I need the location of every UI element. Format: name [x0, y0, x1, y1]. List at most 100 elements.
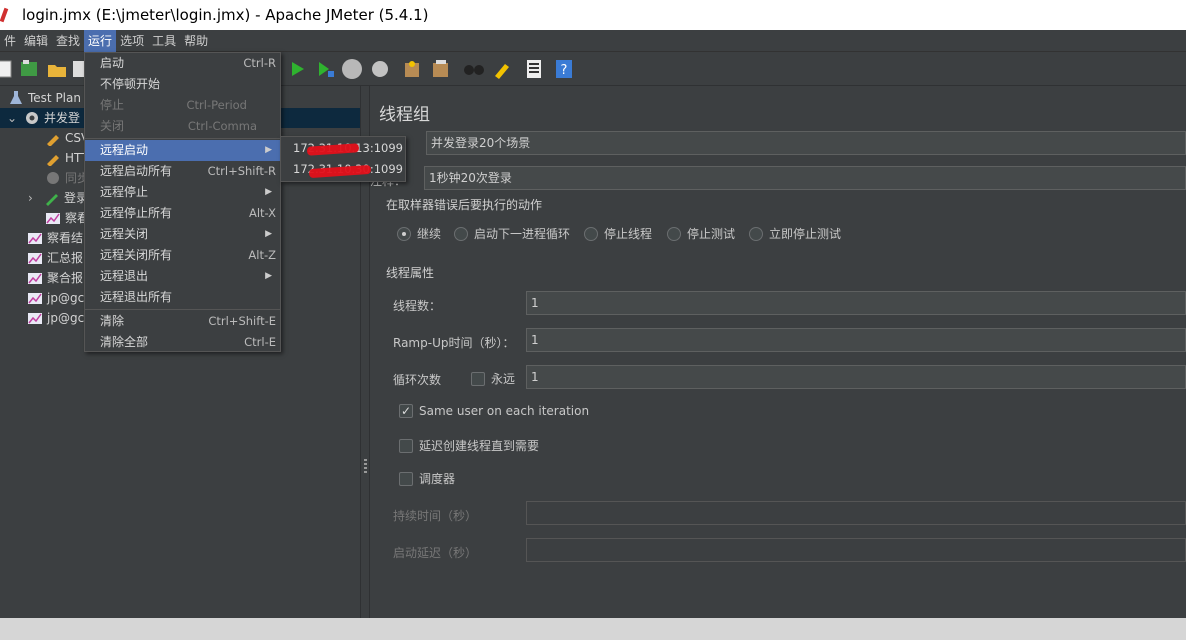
menu-item-remote-start[interactable]: 远程启动 ▶	[85, 140, 280, 161]
name-field[interactable]: 并发登录20个场景	[426, 131, 1186, 155]
start-no-pause-icon[interactable]	[314, 58, 336, 80]
tree-item-view-results-inner[interactable]: 察看	[45, 208, 89, 228]
menu-item-label: 远程关闭	[100, 227, 149, 241]
open-icon[interactable]	[46, 58, 68, 80]
menu-item-remote-start-all[interactable]: 远程启动所有 Ctrl+Shift-R	[85, 161, 280, 182]
reset-search-icon[interactable]	[491, 58, 513, 80]
wrench-icon	[47, 155, 59, 166]
menu-item-label: 远程退出所有	[100, 290, 173, 304]
gear-icon	[26, 112, 38, 124]
status-bar	[0, 618, 1186, 640]
menu-item-clear-all[interactable]: 清除全部 Ctrl-E	[85, 332, 280, 353]
menu-item-clear[interactable]: 清除 Ctrl+Shift-E	[85, 311, 280, 332]
menu-help[interactable]: 帮助	[180, 30, 212, 52]
threads-input[interactable]: 1	[526, 291, 1186, 315]
menu-item-shutdown[interactable]: 关闭 Ctrl-Comma	[85, 116, 280, 137]
scheduler-checkbox[interactable]: 调度器	[399, 470, 455, 487]
radio-label: 停止线程	[604, 227, 653, 241]
menu-item-remote-stop[interactable]: 远程停止 ▶	[85, 182, 280, 203]
menu-item-label: 远程启动所有	[100, 164, 173, 178]
menu-edit[interactable]: 编辑	[20, 30, 52, 52]
radio-stop-test-now[interactable]: 立即停止测试	[749, 225, 841, 242]
stop-icon[interactable]	[341, 58, 363, 80]
menu-item-remote-exit-all[interactable]: 远程退出所有	[85, 287, 280, 308]
tree-item-csv[interactable]: CSV	[45, 128, 89, 148]
forever-label: 永远	[491, 372, 516, 386]
timer-icon	[47, 172, 59, 184]
menu-search[interactable]: 查找	[52, 30, 84, 52]
clear-icon[interactable]	[401, 58, 423, 80]
menu-item-label: 清除全部	[100, 335, 149, 349]
menu-item-shortcut: Ctrl+Shift-R	[207, 164, 276, 178]
menu-item-stop[interactable]: 停止 Ctrl-Period	[85, 95, 280, 116]
function-helper-icon[interactable]	[523, 58, 545, 80]
tree-item-jp1[interactable]: jp@gc	[27, 288, 84, 308]
new-icon[interactable]	[0, 58, 16, 80]
same-user-checkbox[interactable]: ✓ Same user on each iteration	[399, 404, 589, 418]
tree-label-view-results: 察看结	[47, 231, 84, 245]
menu-item-start[interactable]: 启动 Ctrl-R	[85, 53, 280, 74]
tree-label-aggregate: 聚合报	[47, 271, 84, 285]
radio-start-next-loop[interactable]: 启动下一进程循环	[454, 225, 570, 242]
wrench-icon	[47, 135, 59, 146]
menu-separator	[85, 309, 280, 310]
menu-item-remote-exit[interactable]: 远程退出 ▶	[85, 266, 280, 287]
comment-field[interactable]: 1秒钟20次登录	[424, 166, 1186, 190]
menu-separator	[85, 138, 280, 139]
radio-label: 立即停止测试	[769, 227, 842, 241]
tree-item-view-results[interactable]: 察看结	[27, 228, 83, 248]
menu-tools[interactable]: 工具	[148, 30, 180, 52]
delay-thread-creation-checkbox[interactable]: 延迟创建线程直到需要	[399, 437, 539, 454]
menu-item-shortcut: Alt-Z	[248, 248, 276, 262]
submenu-arrow-icon: ▶	[265, 271, 272, 281]
tree-label-thread-group: 并发登	[44, 111, 81, 125]
radio-stop-thread[interactable]: 停止线程	[584, 225, 652, 242]
menu-item-start-no-pause[interactable]: 不停顿开始	[85, 74, 280, 95]
checkbox-unchecked-icon	[399, 438, 413, 453]
shutdown-icon[interactable]	[369, 58, 391, 80]
tree-item-test-plan[interactable]: Test Plan	[8, 88, 81, 108]
submenu-arrow-icon: ▶	[265, 229, 272, 239]
templates-icon[interactable]	[18, 58, 40, 80]
duration-label: 持续时间（秒）	[393, 509, 478, 523]
tree-item-summary[interactable]: 汇总报	[27, 248, 83, 268]
thread-group-panel: 线程组 ： 并发登录20个场景 注释： 1秒钟20次登录 在取样器错误后要执行的…	[370, 86, 1186, 618]
delay-label: 延迟创建线程直到需要	[419, 439, 540, 453]
chevron-down-icon[interactable]: ⌄	[0, 108, 24, 128]
rampup-input[interactable]: 1	[526, 328, 1186, 352]
clear-all-icon[interactable]	[430, 58, 452, 80]
tree-item-login[interactable]: › 登录	[28, 188, 88, 208]
help-icon[interactable]: ?	[553, 58, 575, 80]
tree-item-sync[interactable]: 同步	[45, 168, 89, 188]
menu-item-label: 关闭	[100, 119, 125, 133]
graph-icon	[28, 273, 42, 284]
flask-icon	[10, 91, 22, 104]
run-menu-dropdown: 启动 Ctrl-R 不停顿开始 停止 Ctrl-Period 关闭 Ctrl-Comm…	[84, 52, 281, 352]
menu-item-label: 停止	[100, 98, 125, 112]
menu-item-remote-shutdown[interactable]: 远程关闭 ▶	[85, 224, 280, 245]
tree-item-http[interactable]: HTT	[45, 148, 88, 168]
menu-item-remote-shutdown-all[interactable]: 远程关闭所有 Alt-Z	[85, 245, 280, 266]
menu-run[interactable]: 运行	[84, 29, 117, 52]
duration-input[interactable]	[526, 501, 1186, 525]
search-binoculars-icon[interactable]	[463, 58, 485, 80]
submenu-arrow-icon: ▶	[265, 187, 272, 197]
radio-stop-test[interactable]: 停止测试	[667, 225, 735, 242]
radio-unselected-icon	[584, 226, 598, 241]
radio-label: 继续	[417, 227, 442, 241]
menu-item-remote-stop-all[interactable]: 远程停止所有 Alt-X	[85, 203, 280, 224]
forever-checkbox[interactable]: 永远	[471, 370, 515, 387]
splitter-grip-icon[interactable]	[364, 459, 367, 473]
checkbox-unchecked-icon	[399, 471, 413, 486]
loop-count-input[interactable]: 1	[526, 365, 1186, 389]
start-icon[interactable]	[286, 58, 308, 80]
startup-delay-input[interactable]	[526, 538, 1186, 562]
chevron-right-icon[interactable]: ›	[28, 188, 44, 208]
menu-options[interactable]: 选项	[116, 30, 148, 52]
same-user-label: Same user on each iteration	[419, 404, 590, 418]
radio-continue[interactable]: 继续	[397, 225, 441, 242]
tree-item-aggregate[interactable]: 聚合报	[27, 268, 83, 288]
tree-label-test-plan: Test Plan	[28, 91, 81, 105]
menu-file[interactable]: 件	[0, 30, 20, 52]
tree-item-jp2[interactable]: jp@gc	[27, 308, 84, 328]
